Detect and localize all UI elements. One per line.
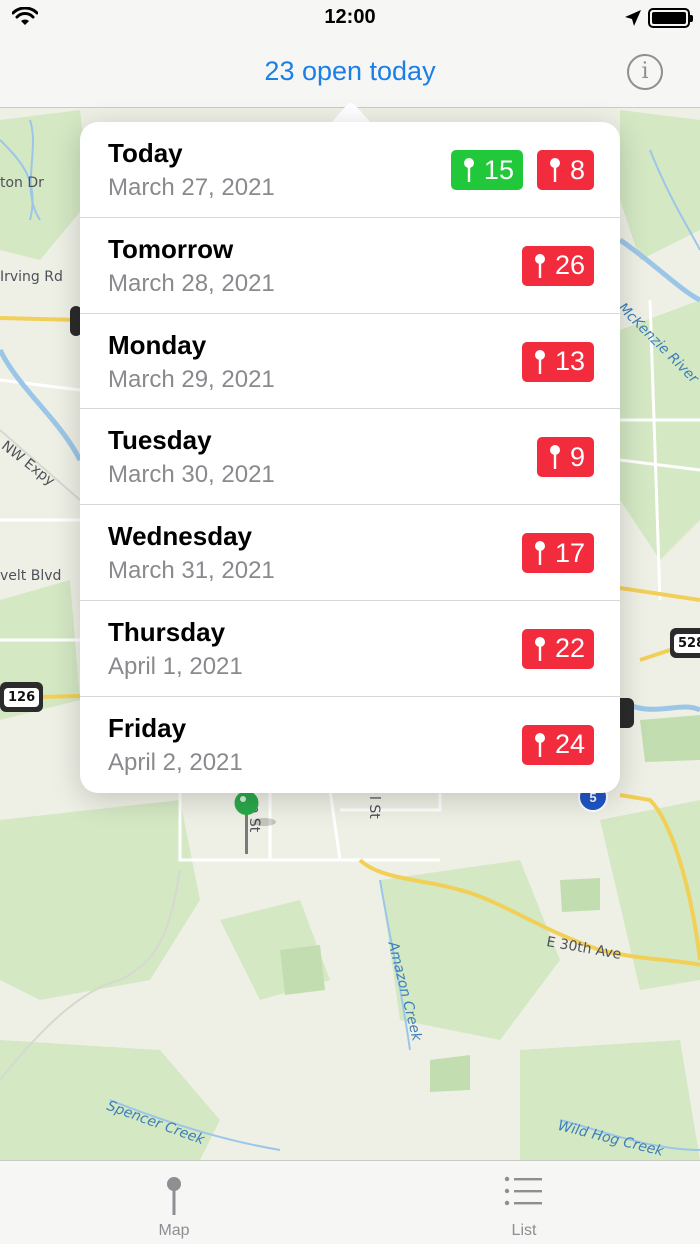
pin-icon (463, 158, 474, 182)
days-popover: Today March 27, 2021 15 8 Tomorrow March 28, … (80, 122, 620, 793)
red-count-badge: 22 (521, 628, 594, 669)
day-row[interactable]: Friday April 2, 2021 24 (80, 697, 620, 793)
navigation-bar: 23 open today i (0, 36, 700, 108)
status-time: 12:00 (324, 6, 376, 28)
pin-icon (534, 253, 545, 278)
badge-count: 13 (554, 346, 585, 377)
red-count-badge: 26 (521, 245, 594, 286)
tab-list-label: List (511, 1222, 537, 1239)
day-row[interactable]: Today March 27, 2021 15 8 (80, 122, 620, 218)
day-date: March 28, 2021 (108, 269, 275, 297)
day-name: Friday (108, 712, 187, 743)
day-date: March 31, 2021 (108, 557, 275, 585)
day-date: April 1, 2021 (108, 652, 243, 680)
badge-count: 8 (569, 154, 585, 185)
badge-count: 9 (569, 441, 585, 472)
day-row[interactable]: Monday March 29, 2021 13 (80, 314, 620, 410)
highway-shield: 528 (670, 628, 700, 658)
day-row[interactable]: Tomorrow March 28, 2021 26 (80, 218, 620, 314)
list-icon (504, 1176, 542, 1206)
info-icon[interactable]: i (627, 54, 663, 90)
day-row[interactable]: Thursday April 1, 2021 22 (80, 601, 620, 697)
pin-icon (167, 1177, 181, 1215)
day-date: March 29, 2021 (108, 365, 275, 393)
day-name: Monday (108, 329, 207, 360)
badge-group: 24 (521, 724, 594, 765)
location-arrow-icon (625, 10, 641, 26)
badge-count: 24 (554, 729, 585, 760)
tab-bar: Map List (0, 1160, 700, 1244)
highway-shield: 126 (0, 682, 44, 712)
badge-group: 22 (521, 628, 594, 669)
map-road-label: l St (366, 796, 382, 819)
tab-map-label: Map (158, 1222, 190, 1239)
day-name: Wednesday (108, 521, 253, 552)
day-row[interactable]: Wednesday March 31, 2021 17 (80, 505, 620, 601)
pin-icon (549, 445, 560, 470)
day-name: Today (108, 138, 183, 168)
tab-list[interactable]: List (464, 1161, 584, 1244)
day-name: Tuesday (108, 425, 212, 456)
red-count-badge: 9 (536, 437, 594, 478)
badge-group: 9 (536, 437, 594, 478)
badge-count: 17 (554, 537, 585, 568)
day-name: Thursday (108, 616, 226, 647)
day-date: March 30, 2021 (108, 461, 275, 489)
pin-icon (534, 636, 545, 661)
badge-group: 26 (521, 245, 594, 286)
day-name: Tomorrow (108, 233, 234, 264)
badge-count: 15 (483, 154, 514, 185)
red-count-badge: 13 (521, 341, 594, 382)
popover-arrow (330, 103, 372, 124)
red-count-badge: 24 (521, 724, 594, 765)
day-date: March 27, 2021 (108, 174, 275, 201)
pin-icon (549, 158, 560, 182)
red-count-badge: 8 (536, 150, 594, 190)
map-road-label: Irving Rd (0, 269, 63, 285)
day-date: April 2, 2021 (108, 748, 243, 776)
green-count-badge: 15 (450, 150, 523, 190)
status-bar: 12:00 (0, 0, 700, 36)
map-road-label: velt Blvd (0, 568, 62, 584)
red-count-badge: 17 (521, 533, 594, 574)
pin-icon (534, 349, 545, 374)
map-pin-icon[interactable] (232, 790, 282, 856)
day-row[interactable]: Tuesday March 30, 2021 9 (80, 409, 620, 506)
badge-count: 22 (554, 633, 585, 664)
badge-count: 26 (554, 250, 585, 281)
nav-title-button[interactable]: 23 open today (0, 56, 700, 87)
pin-icon (534, 732, 545, 757)
pin-icon (534, 541, 545, 566)
tab-map[interactable]: Map (114, 1161, 234, 1244)
badge-group: 15 8 (450, 150, 594, 190)
badge-group: 17 (521, 533, 594, 574)
badge-group: 13 (521, 341, 594, 382)
map-road-label: ton Dr (0, 175, 44, 191)
battery-icon (648, 8, 693, 28)
